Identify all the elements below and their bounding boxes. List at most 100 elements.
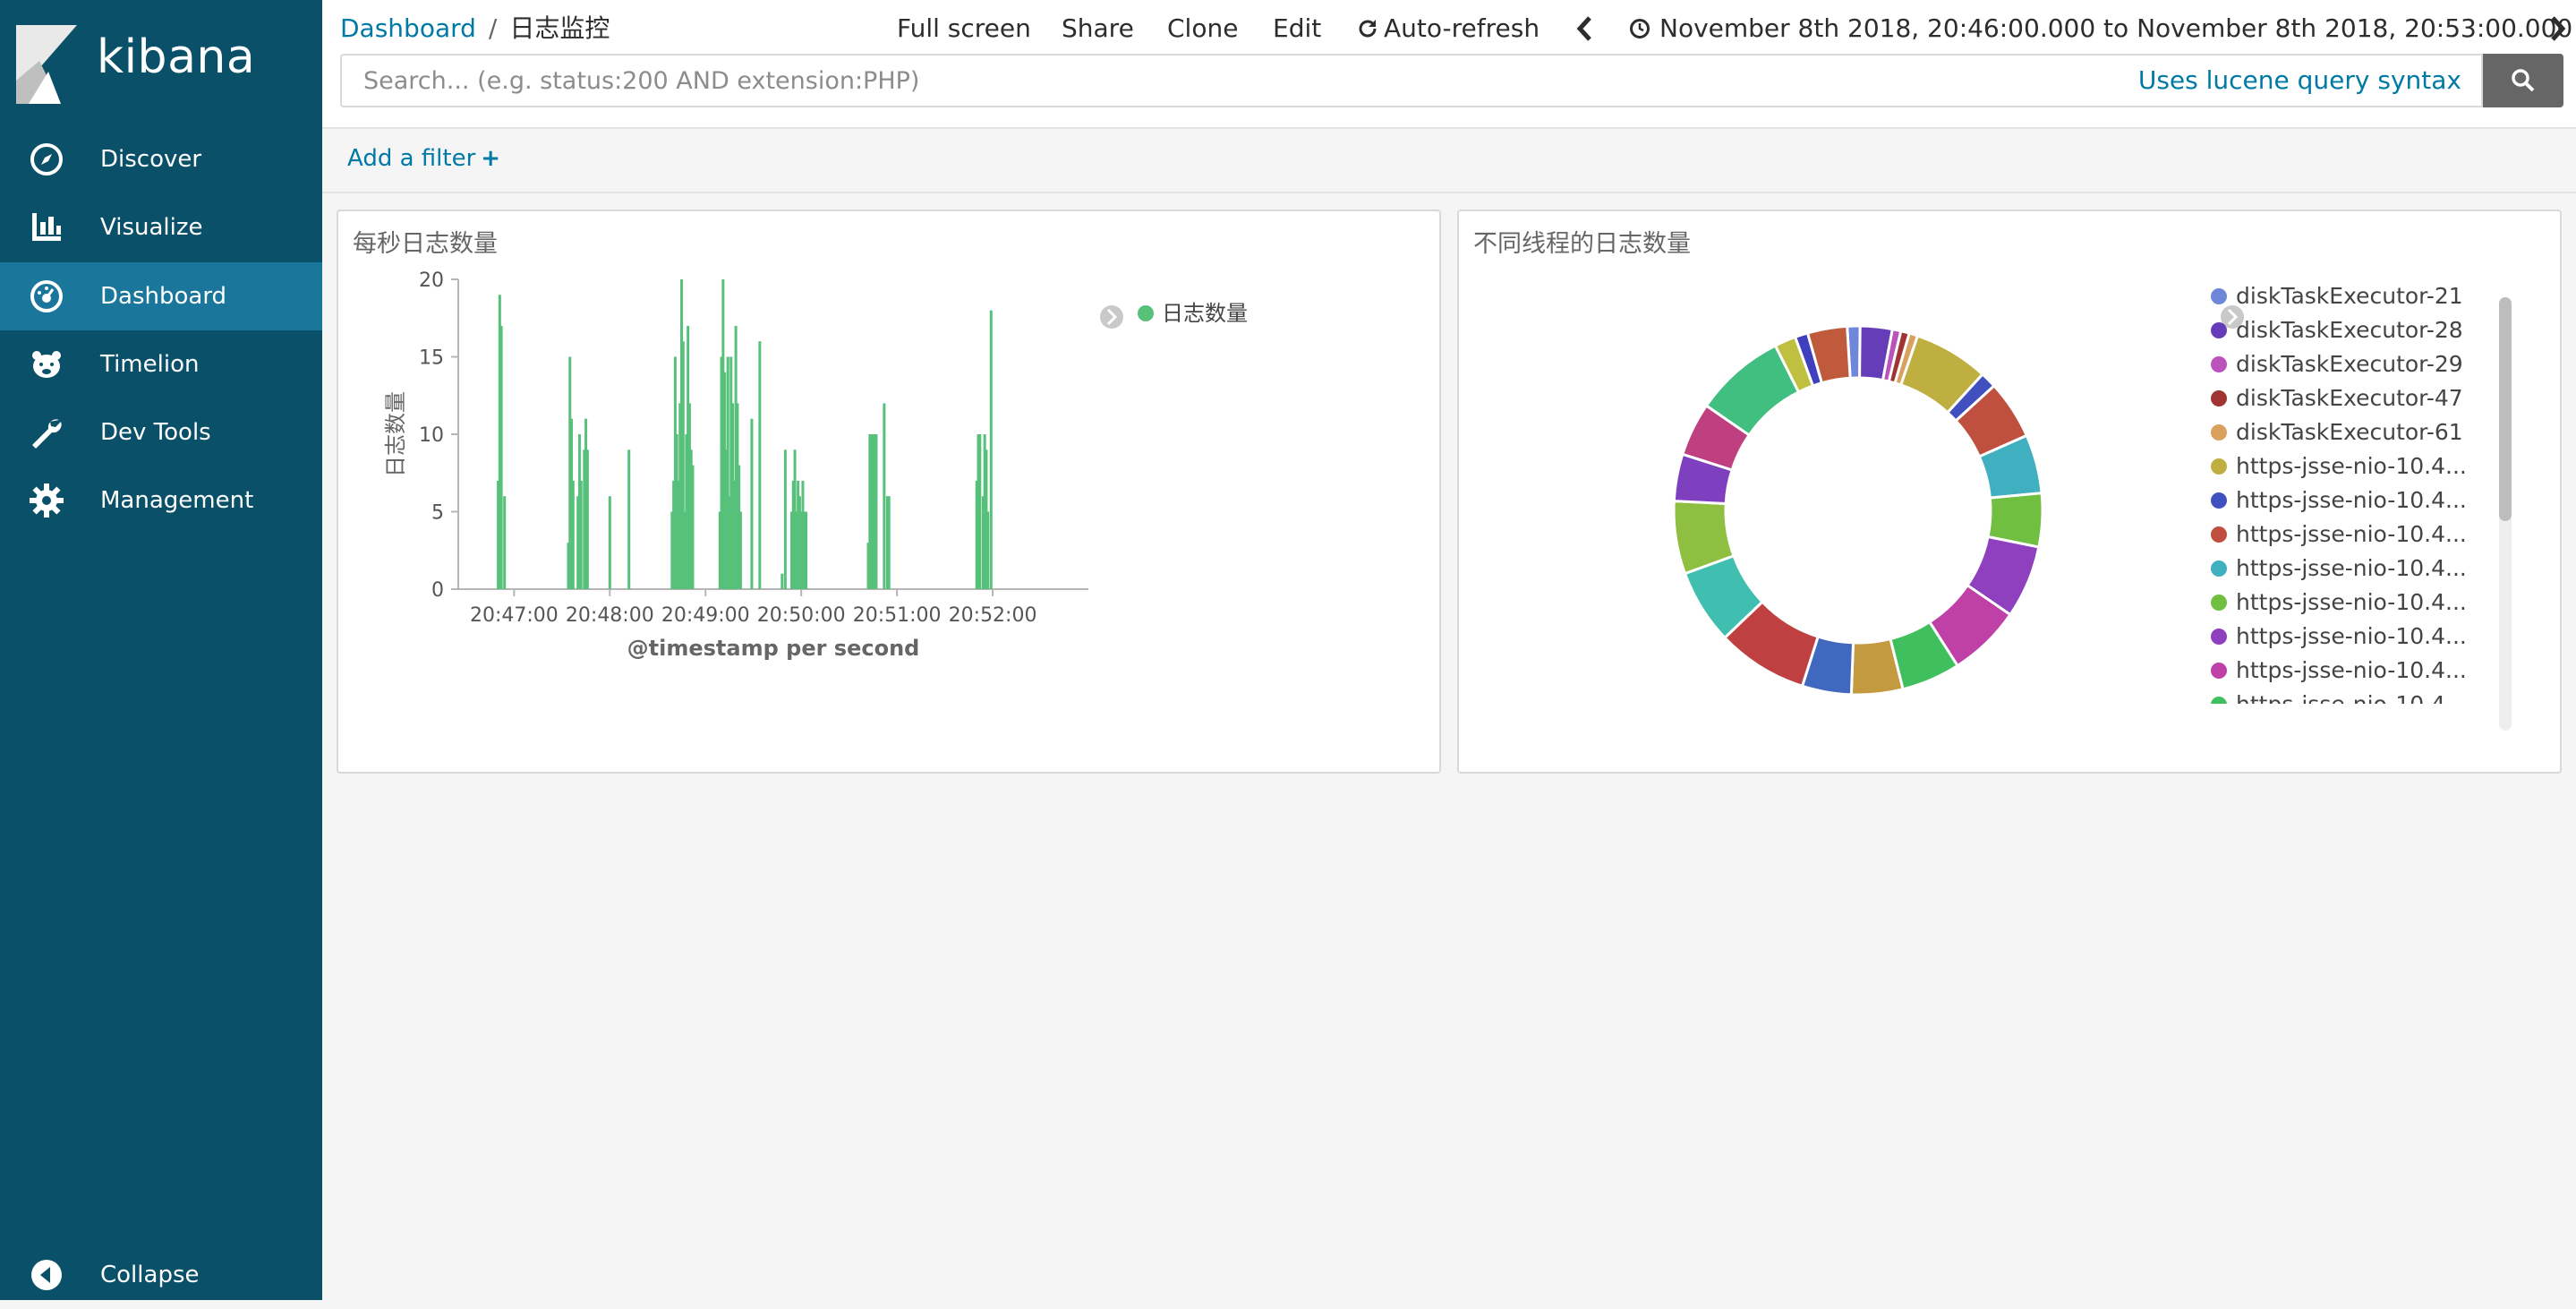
legend-item[interactable]: https-jsse-nio-10.4... xyxy=(2211,589,2467,615)
sidebar-item-dev-tools[interactable]: Dev Tools xyxy=(0,398,322,466)
sidebar-item-timelion[interactable]: Timelion xyxy=(0,330,322,398)
bar-chart-icon xyxy=(32,213,61,241)
legend-item[interactable]: diskTaskExecutor-61 xyxy=(2211,419,2463,445)
lucene-syntax-link[interactable]: Uses lucene query syntax xyxy=(2138,54,2461,107)
histogram-bar xyxy=(503,496,507,589)
legend-label: diskTaskExecutor-47 xyxy=(2236,385,2463,411)
legend-label: diskTaskExecutor-21 xyxy=(2236,283,2463,309)
y-axis-label: 日志数量 xyxy=(383,391,408,477)
clone-button[interactable]: Clone xyxy=(1167,9,1238,48)
time-back-chevron-icon[interactable] xyxy=(1572,13,1599,45)
wrench-icon xyxy=(32,419,62,449)
sidebar-item-management[interactable]: Management xyxy=(0,466,322,535)
collapse-icon xyxy=(31,1260,62,1290)
histogram-bar xyxy=(874,434,878,589)
query-bar: Uses lucene query syntax xyxy=(340,54,2563,107)
top-nav: Dashboard / 日志监控 Full screen Share Clone E… xyxy=(322,0,2576,127)
collapse-label: Collapse xyxy=(100,1262,200,1288)
sidebar-item-label: Timelion xyxy=(100,351,200,378)
histogram-bar xyxy=(579,480,583,589)
panel-logs-by-thread: 不同线程的日志数量 diskTaskExecutor-21 diskTaskExe… xyxy=(1457,210,2562,774)
histogram-bar xyxy=(780,573,784,589)
histogram-bar xyxy=(758,341,762,589)
legend-item[interactable]: diskTaskExecutor-28 xyxy=(2211,317,2463,343)
legend-label: https-jsse-nio-10.4... xyxy=(2236,657,2467,683)
add-filter-label: Add a filter xyxy=(347,145,476,172)
legend-item[interactable]: diskTaskExecutor-21 xyxy=(2211,283,2463,309)
legend-item[interactable]: https-jsse-nio-10.4... xyxy=(2211,657,2467,683)
legend-item[interactable]: https-jsse-nio-10.4... xyxy=(2211,453,2467,479)
histogram-bar xyxy=(989,310,993,589)
legend-label: https-jsse-nio-10.4... xyxy=(2236,623,2467,649)
histogram-bar xyxy=(691,465,695,589)
legend-dot xyxy=(2211,697,2227,704)
kibana-logo[interactable]: kibana xyxy=(0,0,322,116)
share-button[interactable]: Share xyxy=(1062,9,1134,48)
histogram-bar xyxy=(585,449,589,589)
x-tick-label: 20:48:00 xyxy=(566,604,654,627)
histogram-bar xyxy=(738,511,742,589)
legend-item[interactable]: diskTaskExecutor-29 xyxy=(2211,351,2463,377)
bear-icon xyxy=(32,351,61,378)
sidebar-item-discover[interactable]: Discover xyxy=(0,125,322,193)
search-button[interactable] xyxy=(2483,54,2563,107)
sidebar-item-dashboard[interactable]: Dashboard xyxy=(0,262,322,330)
legend-label: 日志数量 xyxy=(1162,301,1248,326)
legend-item[interactable]: https-jsse-nio-10.4... xyxy=(2211,521,2467,547)
legend-dot xyxy=(2211,390,2227,406)
legend-dot xyxy=(2211,322,2227,338)
legend-scrollbar[interactable] xyxy=(2499,297,2512,731)
breadcrumb-separator: / xyxy=(488,13,498,43)
legend-dot xyxy=(2211,629,2227,645)
histogram-bar xyxy=(627,449,631,589)
sidebar-item-visualize[interactable]: Visualize xyxy=(0,193,322,261)
legend-toggle-icon xyxy=(1100,305,1123,329)
legend-item[interactable]: https-jsse-nio-10.4... xyxy=(2211,691,2467,704)
legend-dot xyxy=(2211,560,2227,577)
histogram-bar xyxy=(571,480,575,589)
gear-icon xyxy=(30,483,64,518)
x-tick-label: 20:52:00 xyxy=(949,604,1037,627)
x-tick-label: 20:50:00 xyxy=(757,604,846,627)
histogram-bar xyxy=(805,511,808,589)
legend-dot xyxy=(2211,526,2227,543)
clock-icon xyxy=(1630,19,1650,38)
add-filter-link[interactable]: Add a filter + xyxy=(347,145,500,172)
histogram-bar xyxy=(608,496,611,589)
legend-label: https-jsse-nio-10.4... xyxy=(2236,691,2467,704)
y-tick-label: 10 xyxy=(419,424,444,447)
legend-item[interactable]: diskTaskExecutor-47 xyxy=(2211,385,2463,411)
legend-dot xyxy=(2211,424,2227,441)
histogram-chart: 0 5 10 15 20 20:47:00 20:48:00 20:49:00 20:50:00… xyxy=(383,270,1248,661)
time-forward-chevron-icon[interactable] xyxy=(2544,13,2571,45)
legend-item[interactable]: https-jsse-nio-10.4... xyxy=(2211,623,2467,649)
histogram-bar xyxy=(499,325,503,589)
breadcrumb-dashboard-link[interactable]: Dashboard xyxy=(340,13,476,43)
y-tick-label: 5 xyxy=(431,502,444,525)
time-range-label: November 8th 2018, 20:46:00.000 to Novem… xyxy=(1659,13,2573,43)
edit-button[interactable]: Edit xyxy=(1273,9,1321,48)
logo-text: kibana xyxy=(97,30,256,84)
legend-item[interactable]: https-jsse-nio-10.4... xyxy=(2211,487,2467,513)
filter-bar: Add a filter + xyxy=(322,127,2576,193)
legend-dot xyxy=(2211,492,2227,509)
legend-scrollbar-thumb[interactable] xyxy=(2499,297,2512,521)
legend-label: https-jsse-nio-10.4... xyxy=(2236,453,2467,479)
legend-dot xyxy=(2211,288,2227,304)
collapse-button[interactable]: Collapse xyxy=(0,1241,322,1309)
time-picker[interactable]: November 8th 2018, 20:46:00.000 to Novem… xyxy=(1629,9,2572,48)
legend-item[interactable]: https-jsse-nio-10.4... xyxy=(2211,555,2467,581)
refresh-icon xyxy=(1359,20,1377,38)
histogram-bar xyxy=(887,496,891,589)
legend-label: diskTaskExecutor-28 xyxy=(2236,317,2463,343)
panel-logs-per-second: 每秒日志数量 0 5 10 15 20 20:47:00 20:48:00 20:49:00 2… xyxy=(337,210,1441,774)
legend-dot xyxy=(2211,356,2227,372)
legend-label: https-jsse-nio-10.4... xyxy=(2236,555,2467,581)
full-screen-button[interactable]: Full screen xyxy=(897,9,1031,48)
auto-refresh-button[interactable]: Auto-refresh xyxy=(1357,9,1540,48)
sidebar: kibana Discover Visualize Dashboard Time… xyxy=(0,0,322,1300)
kibana-logo-icon xyxy=(16,25,77,104)
histogram-bar xyxy=(783,449,787,589)
x-axis-label: @timestamp per second xyxy=(627,636,920,661)
sidebar-item-label: Management xyxy=(100,487,254,514)
